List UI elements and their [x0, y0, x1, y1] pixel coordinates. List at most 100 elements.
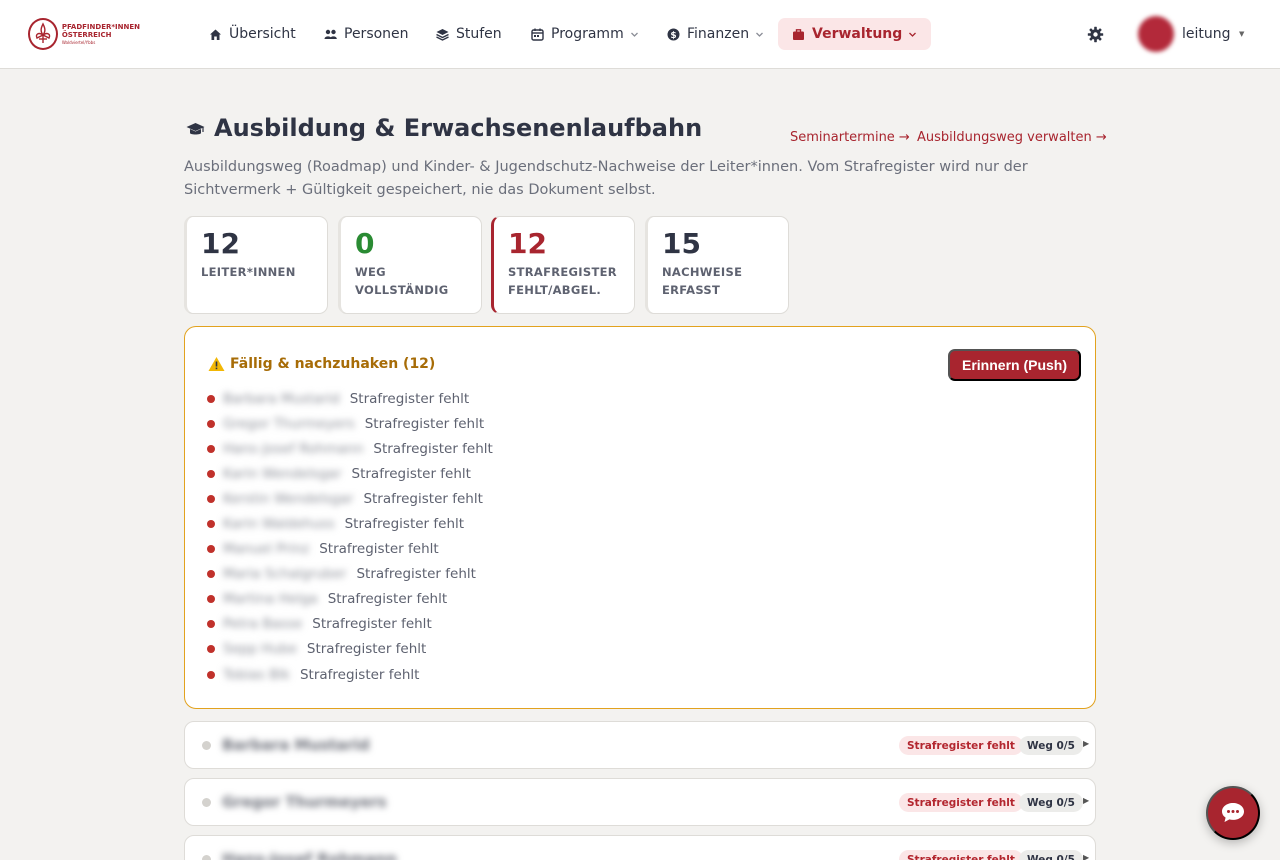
calendar-icon	[531, 28, 544, 41]
list-item[interactable]: Petra Basse Strafregister fehlt	[207, 612, 493, 637]
avatar[interactable]	[1138, 16, 1174, 52]
expand-caret-icon[interactable]: ▶	[1083, 796, 1089, 805]
nav-item-uebersicht[interactable]: Übersicht	[209, 18, 296, 50]
chevron-down-icon	[909, 32, 917, 37]
page-subtitle: Ausbildungsweg (Roadmap) und Kinder- & J…	[184, 159, 1028, 198]
due-reason: Strafregister fehlt	[364, 415, 485, 432]
list-item[interactable]: Hans-Josef Rohmann Strafregister fehlt	[207, 436, 493, 461]
stat-value: 12	[508, 227, 547, 260]
status-dot	[202, 741, 211, 750]
due-reason: Strafregister fehlt	[351, 465, 471, 482]
list-item[interactable]: Kerstin Wendelsgar Strafregister fehlt	[207, 486, 493, 511]
stat-label-line2: VOLLSTÄNDIG	[355, 283, 449, 297]
nav-item-personen[interactable]: Personen	[324, 18, 409, 50]
status-dot	[202, 855, 211, 860]
status-dot	[207, 595, 215, 604]
stat-label: WEG VOLLSTÄNDIG	[355, 263, 481, 299]
expand-caret-icon[interactable]: ▶	[1083, 739, 1089, 748]
stat-card-roadmap-complete: 0 WEG VOLLSTÄNDIG	[338, 216, 482, 314]
stat-value: 15	[662, 227, 701, 260]
list-item[interactable]: Gregor Thurmeyers Strafregister fehlt	[207, 411, 493, 436]
gear-icon[interactable]	[1087, 26, 1104, 43]
due-panel-title-text: Fällig & nachzuhaken (12)	[230, 356, 436, 372]
person-name: Gregor Thurmeyers	[223, 415, 355, 432]
nav-item-verwaltung[interactable]: Verwaltung	[778, 18, 932, 50]
stat-card-evidence-recorded: 15 NACHWEISE ERFASST	[645, 216, 789, 314]
logo[interactable]: PFADFINDER*INNEN ÖSTERREICH Waldviertel/…	[28, 17, 140, 51]
stat-label: LEITER*INNEN	[201, 263, 327, 281]
graduation-cap-icon	[186, 123, 205, 135]
list-item[interactable]: Sepp Hube Strafregister fehlt	[207, 637, 493, 662]
due-list: Barbara Mustarid Strafregister fehlt Greg…	[207, 386, 493, 687]
person-name: Barbara Mustarid	[222, 736, 370, 754]
due-reason: Strafregister fehlt	[344, 516, 465, 533]
list-item[interactable]: Maria Schalgruber Strafregister fehlt	[207, 562, 493, 587]
list-item[interactable]: Barbara Mustarid Strafregister fehlt	[207, 386, 493, 411]
stat-label-line1: LEITER*INNEN	[201, 265, 296, 279]
chevron-down-icon	[630, 32, 638, 37]
person-name: Barbara Mustarid	[223, 390, 340, 407]
stat-label-line2: FEHLT/ABGEL.	[508, 283, 602, 297]
list-item[interactable]: Karin Waldehuss Strafregister fehlt	[207, 511, 493, 536]
home-icon	[209, 28, 222, 41]
due-panel-title: Fällig & nachzuhaken (12)	[208, 356, 435, 372]
due-reason: Strafregister fehlt	[327, 591, 448, 608]
remind-push-button[interactable]: Erinnern (Push)	[948, 349, 1082, 381]
briefcase-icon	[792, 28, 805, 41]
stat-value: 0	[355, 227, 375, 260]
status-dot	[207, 469, 215, 478]
person-name: Tobias Blk	[223, 666, 290, 683]
status-dot	[207, 520, 215, 529]
due-reason: Strafregister fehlt	[299, 666, 420, 683]
stat-card-leaders: 12 LEITER*INNEN	[184, 216, 328, 314]
status-dot	[207, 494, 215, 503]
due-reason: Strafregister fehlt	[349, 390, 470, 407]
list-item[interactable]: Tobias Blk Strafregister fehlt	[207, 662, 493, 687]
nav-label-uebersicht: Übersicht	[229, 26, 296, 42]
nav-item-stufen[interactable]: Stufen	[436, 18, 502, 50]
person-name: Gregor Thurmeyers	[222, 793, 387, 811]
person-name: Maria Schalgruber	[223, 566, 347, 583]
status-dot	[207, 419, 215, 428]
nav-item-programm[interactable]: Programm	[531, 18, 639, 50]
status-dot	[207, 620, 215, 629]
person-name: Hans-Josef Rohmann	[223, 440, 364, 457]
seminar-link[interactable]: Seminartermine →	[790, 130, 910, 145]
logo-line2: ÖSTERREICH	[61, 30, 112, 39]
nav-item-finanzen[interactable]: $ Finanzen	[667, 18, 764, 50]
scout-lily-icon	[28, 18, 58, 50]
warning-icon	[208, 357, 225, 371]
due-reason: Strafregister fehlt	[363, 490, 483, 507]
chat-button[interactable]	[1206, 786, 1260, 840]
list-item[interactable]: Martina Helga Strafregister fehlt	[207, 587, 493, 612]
username[interactable]: leitung	[1182, 26, 1231, 42]
stat-label-line1: STRAFREGISTER	[508, 265, 617, 279]
person-name: Hans-Josef Rohmann	[222, 850, 397, 860]
status-dot	[207, 394, 215, 403]
page-title: Ausbildung & Erwachsenenlaufbahn	[214, 114, 703, 142]
person-row[interactable]: Gregor Thurmeyers Strafregister fehlt We…	[184, 778, 1096, 826]
person-name: Karin Waldehuss	[223, 516, 335, 533]
person-row[interactable]: Barbara Mustarid Strafregister fehlt Weg…	[184, 721, 1096, 769]
caret-down-icon[interactable]: ▼	[1239, 30, 1244, 38]
stat-label-line2: ERFASST	[662, 283, 721, 297]
svg-text:$: $	[670, 31, 676, 41]
person-row[interactable]: Hans-Josef Rohmann Strafregister fehlt W…	[184, 835, 1096, 860]
list-item[interactable]: Manuel Prinz Strafregister fehlt	[207, 537, 493, 562]
stat-label: NACHWEISE ERFASST	[662, 263, 788, 299]
nav-label-verwaltung: Verwaltung	[812, 26, 903, 42]
list-item[interactable]: Karin Wendelsgar Strafregister fehlt	[207, 461, 493, 486]
due-panel: Fällig & nachzuhaken (12) Erinnern (Push…	[184, 326, 1096, 709]
status-badge: Strafregister fehlt	[899, 793, 1023, 812]
status-dot	[202, 798, 211, 807]
due-reason: Strafregister fehlt	[373, 440, 493, 457]
expand-caret-icon[interactable]: ▶	[1083, 853, 1089, 860]
due-reason: Strafregister fehlt	[319, 541, 439, 558]
status-dot	[207, 670, 215, 679]
stat-label-line1: WEG	[355, 265, 386, 279]
nav-label-personen: Personen	[344, 26, 409, 42]
stat-card-criminal-record-missing: 12 STRAFREGISTER FEHLT/ABGEL.	[491, 216, 635, 314]
logo-line1: PFADFINDER*INNEN	[61, 22, 140, 31]
roadmap-admin-link[interactable]: Ausbildungsweg verwalten →	[917, 130, 1107, 145]
status-dot	[207, 645, 215, 654]
